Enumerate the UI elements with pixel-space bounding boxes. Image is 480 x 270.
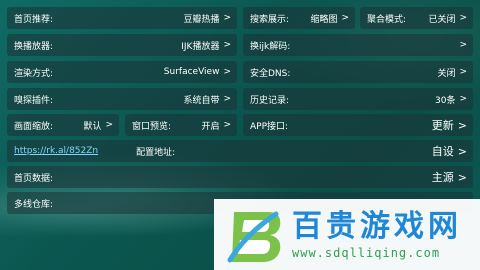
chevron-right-icon: > <box>105 120 113 130</box>
setting-search-display[interactable]: 搜索展示: 缩略图 > <box>243 7 355 29</box>
site-watermark: 百贵游戏网 www.sdqlliqing.com <box>214 199 480 270</box>
setting-label: 配置地址: <box>136 147 176 158</box>
config-url-link[interactable]: https://rk.al/852Zn <box>14 146 98 156</box>
setting-sniff-plugin[interactable]: 嗅探插件: 系统自带 > <box>7 88 237 110</box>
setting-value: IJK播放器 <box>181 41 220 52</box>
chevron-right-icon: > <box>223 13 231 23</box>
setting-label: 画面缩放: <box>14 121 54 132</box>
setting-label: 首页推荐: <box>14 14 54 25</box>
chevron-right-icon: > <box>457 170 467 184</box>
setting-ijk-decode[interactable]: 换ijk解码: > <box>243 34 473 56</box>
setting-aggregate-mode[interactable]: 聚合模式: 已关闭 > <box>360 7 473 29</box>
chevron-right-icon: > <box>223 94 231 104</box>
site-logo-icon <box>227 211 281 262</box>
setting-player[interactable]: 换播放器: IJK播放器 > <box>7 34 237 56</box>
setting-value: SurfaceView <box>163 67 220 77</box>
setting-render-mode[interactable]: 渲染方式: SurfaceView > <box>7 61 237 83</box>
setting-label: 多线仓库: <box>14 199 54 210</box>
chevron-right-icon: > <box>341 13 349 23</box>
chevron-right-icon: > <box>459 40 467 50</box>
setting-label: 搜索展示: <box>250 14 290 25</box>
setting-label: 渲染方式: <box>14 68 54 79</box>
setting-label: 安全DNS: <box>250 68 291 79</box>
setting-screen-scale[interactable]: 画面缩放: 默认 > <box>7 114 119 136</box>
watermark-url: www.sdqlliqing.com <box>292 245 441 260</box>
watermark-title: 百贵游戏网 <box>292 208 462 244</box>
setting-value: 开启 <box>201 121 220 132</box>
setting-home-data[interactable]: 首页数据: 主源 > <box>7 166 473 188</box>
setting-value: 自设 <box>431 145 454 158</box>
chevron-right-icon: > <box>223 67 231 77</box>
chevron-right-icon: > <box>459 67 467 77</box>
setting-label: APP接口: <box>250 121 289 132</box>
setting-app-api[interactable]: APP接口: 更新 > <box>243 114 473 136</box>
setting-home-recommend[interactable]: 首页推荐: 豆瓣热播 > <box>7 7 237 29</box>
chevron-right-icon: > <box>457 144 467 158</box>
chevron-right-icon: > <box>223 120 231 130</box>
chevron-right-icon: > <box>223 40 231 50</box>
setting-value: 主源 <box>431 171 454 184</box>
setting-value: 已关闭 <box>428 14 456 25</box>
setting-label: 换ijk解码: <box>250 41 291 52</box>
setting-label: 聚合模式: <box>367 14 407 25</box>
chevron-right-icon: > <box>457 118 467 132</box>
setting-value: 30条 <box>435 95 456 106</box>
setting-label: 历史记录: <box>250 95 290 106</box>
setting-value: 默认 <box>83 121 102 132</box>
setting-history[interactable]: 历史记录: 30条 > <box>243 88 473 110</box>
setting-config-address[interactable]: https://rk.al/852Zn 配置地址: 自设 > <box>7 140 473 162</box>
setting-label: 首页数据: <box>14 173 54 184</box>
chevron-right-icon: > <box>459 94 467 104</box>
setting-secure-dns[interactable]: 安全DNS: 关闭 > <box>243 61 473 83</box>
setting-value: 更新 <box>431 119 454 132</box>
setting-label: 嗅探插件: <box>14 95 54 106</box>
setting-label: 窗口预览: <box>132 121 172 132</box>
setting-value: 缩略图 <box>310 14 338 25</box>
setting-value: 关闭 <box>437 68 456 79</box>
setting-label: 换播放器: <box>14 41 54 52</box>
setting-window-preview[interactable]: 窗口预览: 开启 > <box>125 114 237 136</box>
setting-value: 系统自带 <box>183 95 220 106</box>
chevron-right-icon: > <box>459 13 467 23</box>
setting-value: 豆瓣热播 <box>183 14 220 25</box>
